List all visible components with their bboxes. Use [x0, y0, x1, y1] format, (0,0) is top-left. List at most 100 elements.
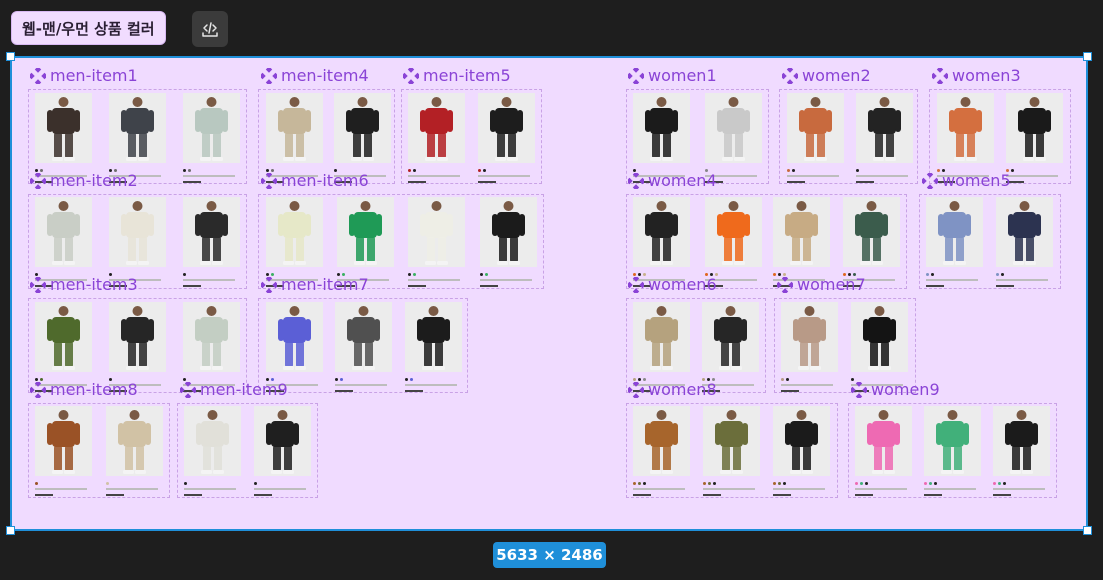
- product-title-line: [35, 488, 87, 490]
- color-swatch: [773, 273, 776, 276]
- color-swatch: [340, 378, 343, 381]
- color-swatches: [856, 169, 859, 172]
- color-swatch: [993, 482, 996, 485]
- color-swatch: [996, 273, 999, 276]
- frame-name-label[interactable]: 웹-맨/우먼 상품 컬러: [11, 11, 166, 45]
- component-label[interactable]: men-item3: [30, 276, 138, 294]
- color-swatch: [408, 169, 411, 172]
- color-swatch: [781, 378, 784, 381]
- color-swatch: [413, 169, 416, 172]
- color-swatches: [106, 482, 109, 485]
- product-title-line: [183, 175, 235, 177]
- component-label[interactable]: men-item4: [261, 67, 369, 85]
- product-figure: [645, 201, 678, 265]
- color-swatch: [183, 273, 186, 276]
- component-icon: [403, 68, 419, 84]
- product-figure: [867, 410, 900, 474]
- component-label[interactable]: women7: [777, 276, 866, 294]
- product-price-line: [254, 494, 272, 496]
- product-title-line: [405, 384, 457, 386]
- color-swatch: [408, 273, 411, 276]
- component-label[interactable]: women1: [628, 67, 717, 85]
- component-icon: [922, 173, 938, 189]
- component-icon: [261, 68, 277, 84]
- product-price-line: [855, 494, 873, 496]
- component-label-text: men-item7: [281, 275, 369, 294]
- product-figure: [1008, 201, 1041, 265]
- component-label[interactable]: men-item1: [30, 67, 138, 85]
- color-swatches: [408, 273, 416, 276]
- component-icon: [628, 277, 644, 293]
- component-label-text: women1: [648, 66, 717, 85]
- product-image: [35, 93, 92, 163]
- component-label-text: men-item8: [50, 380, 138, 399]
- product-image: [337, 197, 394, 267]
- component-label[interactable]: women4: [628, 172, 717, 190]
- component-label[interactable]: women6: [628, 276, 717, 294]
- component-icon: [30, 68, 46, 84]
- product-price-line: [781, 390, 799, 392]
- component-label[interactable]: men-item8: [30, 381, 138, 399]
- product-figure: [417, 306, 450, 370]
- component-label[interactable]: women5: [922, 172, 1011, 190]
- product-figure: [645, 97, 678, 161]
- color-swatch: [708, 482, 711, 485]
- component-label[interactable]: women2: [782, 67, 871, 85]
- product-figure: [938, 201, 971, 265]
- product-image: [937, 93, 994, 163]
- resize-handle-top-left[interactable]: [6, 52, 15, 61]
- component-label[interactable]: men-item7: [261, 276, 369, 294]
- resize-handle-bottom-left[interactable]: [6, 526, 15, 535]
- product-image: [702, 302, 759, 372]
- resize-handle-bottom-right[interactable]: [1083, 526, 1092, 535]
- product-figure: [868, 97, 901, 161]
- product-price-line: [787, 181, 805, 183]
- product-image: [703, 406, 760, 476]
- product-figure: [278, 97, 311, 161]
- component-label[interactable]: men-item6: [261, 172, 369, 190]
- product-figure: [717, 201, 750, 265]
- product-image: [266, 197, 323, 267]
- color-swatch: [792, 169, 795, 172]
- product-image: [254, 406, 311, 476]
- component-icon: [777, 277, 793, 293]
- product-image: [109, 197, 166, 267]
- component-label[interactable]: women3: [932, 67, 1021, 85]
- product-price-line: [106, 494, 124, 496]
- product-price-line: [633, 494, 651, 496]
- product-figure: [492, 201, 525, 265]
- product-title-line: [183, 279, 235, 281]
- component-label-text: men-item1: [50, 66, 138, 85]
- product-image: [773, 197, 830, 267]
- product-image: [405, 302, 462, 372]
- product-figure: [118, 410, 151, 474]
- component-icon: [30, 382, 46, 398]
- code-view-button[interactable]: [192, 11, 228, 47]
- product-image: [335, 302, 392, 372]
- component-label[interactable]: women9: [851, 381, 940, 399]
- product-title-line: [184, 488, 236, 490]
- product-image: [109, 302, 166, 372]
- color-swatch: [184, 482, 187, 485]
- product-figure: [266, 410, 299, 474]
- product-title-line: [106, 488, 158, 490]
- product-price-line: [996, 285, 1014, 287]
- component-label-text: men-item3: [50, 275, 138, 294]
- product-figure: [645, 306, 678, 370]
- component-label[interactable]: men-item9: [180, 381, 288, 399]
- product-price-line: [926, 285, 944, 287]
- component-label[interactable]: men-item5: [403, 67, 511, 85]
- product-figure: [278, 201, 311, 265]
- product-title-line: [1006, 175, 1058, 177]
- product-price-line: [35, 494, 53, 496]
- component-label-text: men-item9: [200, 380, 288, 399]
- resize-handle-top-right[interactable]: [1083, 52, 1092, 61]
- component-label-text: women8: [648, 380, 717, 399]
- product-title-line: [787, 175, 839, 177]
- product-price-line: [773, 494, 791, 496]
- product-image: [183, 302, 240, 372]
- component-label[interactable]: women8: [628, 381, 717, 399]
- color-swatch: [1001, 273, 1004, 276]
- component-label[interactable]: men-item2: [30, 172, 138, 190]
- product-price-line: [993, 494, 1011, 496]
